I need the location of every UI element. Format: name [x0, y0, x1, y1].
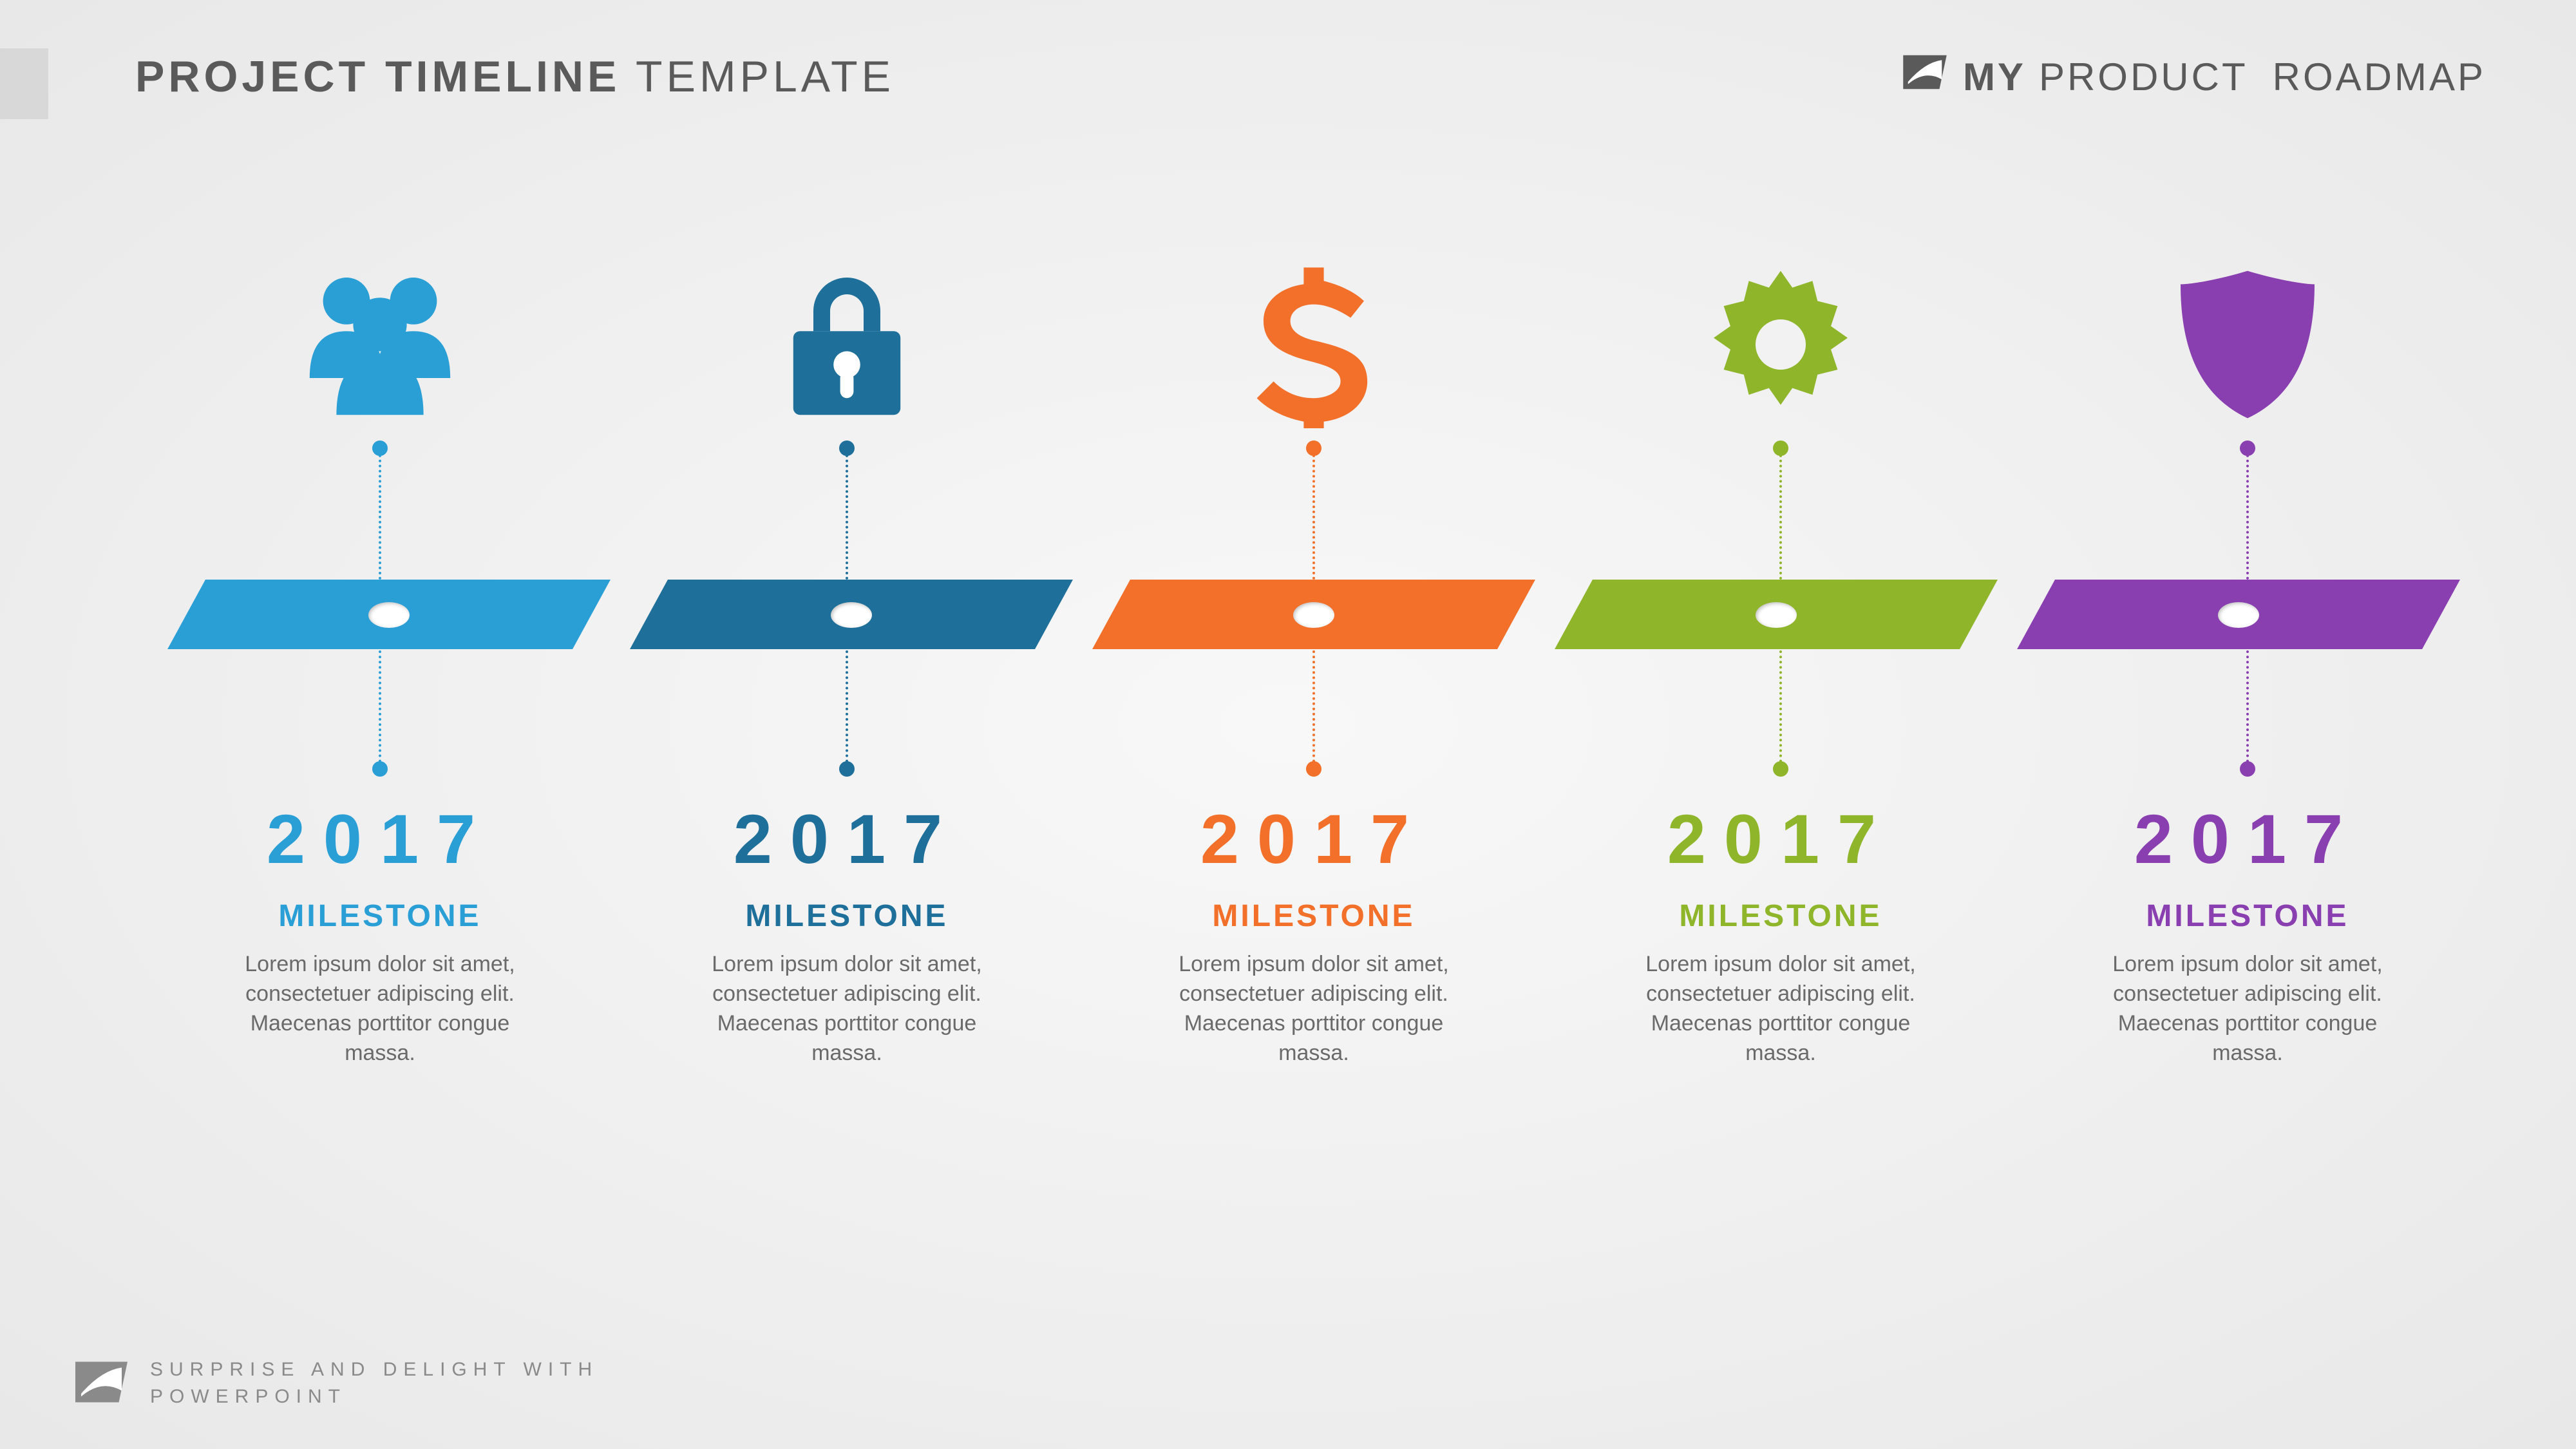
connector-dot-icon: [1773, 440, 1788, 456]
milestone-year: 2017: [267, 799, 493, 879]
milestone-subtitle: MILESTONE: [1679, 898, 1882, 934]
brand-light: ROADMAP: [2273, 55, 2486, 99]
connector-dot-icon: [372, 761, 388, 777]
connector-bottom: [2246, 650, 2249, 773]
connector-dot-icon: [2240, 761, 2255, 777]
milestone-subtitle: MILESTONE: [1212, 898, 1415, 934]
ribbon-1: [167, 580, 611, 650]
connector-dot-icon: [839, 761, 855, 777]
milestone-body: Lorem ipsum dolor sit amet, consectetuer…: [1153, 950, 1475, 1068]
page-title: PROJECT TIMELINE TEMPLATE: [135, 52, 895, 102]
title-light: TEMPLATE: [620, 52, 895, 101]
milestone-1: 2017 MILESTONE Lorem ipsum dolor sit ame…: [167, 245, 592, 1068]
milestone-year: 2017: [734, 799, 960, 879]
brand-logo-icon: [1900, 53, 1950, 100]
milestone-2: 2017 MILESTONE Lorem ipsum dolor sit ame…: [634, 245, 1059, 1068]
milestone-body: Lorem ipsum dolor sit amet, consectetuer…: [686, 950, 1008, 1068]
connector-top: [1779, 444, 1782, 580]
ribbon-marker-icon: [831, 602, 872, 628]
timeline: 2017 MILESTONE Lorem ipsum dolor sit ame…: [167, 245, 2460, 1068]
decorative-left-tab: [0, 48, 48, 119]
ribbon-3: [1092, 580, 1535, 650]
brand-mid: PRODUCT: [2039, 55, 2248, 99]
connector-top: [1312, 444, 1315, 580]
connector-bottom: [1779, 650, 1782, 773]
milestone-year: 2017: [1667, 799, 1894, 879]
milestone-year: 2017: [2134, 799, 2361, 879]
connector-dot-icon: [1306, 761, 1321, 777]
connector-top: [846, 444, 848, 580]
milestone-3: 2017 MILESTONE Lorem ipsum dolor sit ame…: [1101, 245, 1526, 1068]
ribbon-marker-icon: [2218, 602, 2259, 628]
milestone-body: Lorem ipsum dolor sit amet, consectetuer…: [2087, 950, 2409, 1068]
shield-icon: [2164, 245, 2331, 444]
ribbon-marker-icon: [1293, 602, 1334, 628]
footer-logo-icon: [71, 1359, 132, 1408]
ribbon-row: [167, 580, 2460, 650]
connector-dot-icon: [839, 440, 855, 456]
footer-line2: POWERPOINT: [150, 1383, 598, 1410]
milestone-4: 2017 MILESTONE Lorem ipsum dolor sit ame…: [1568, 245, 1993, 1068]
brand: MY PRODUCT ROADMAP: [1900, 53, 2486, 100]
gear-icon: [1697, 245, 1864, 444]
footer-text: SURPRISE AND DELIGHT WITH POWERPOINT: [150, 1356, 598, 1410]
ribbon-5: [2017, 580, 2460, 650]
footer: SURPRISE AND DELIGHT WITH POWERPOINT: [71, 1356, 598, 1410]
connector-top: [2246, 444, 2249, 580]
connector-dot-icon: [1773, 761, 1788, 777]
footer-line1: SURPRISE AND DELIGHT WITH: [150, 1356, 598, 1383]
ribbon-marker-icon: [1756, 602, 1797, 628]
milestone-body: Lorem ipsum dolor sit amet, consectetuer…: [1620, 950, 1942, 1068]
people-icon: [296, 245, 464, 444]
title-bold: PROJECT TIMELINE: [135, 52, 620, 101]
connector-top: [379, 444, 381, 580]
ribbon-marker-icon: [368, 602, 410, 628]
dollar-icon: [1230, 245, 1397, 444]
ribbon-4: [1555, 580, 1998, 650]
milestone-body: Lorem ipsum dolor sit amet, consectetuer…: [219, 950, 541, 1068]
brand-bold: MY: [1963, 55, 2026, 99]
connector-bottom: [379, 650, 381, 773]
lock-icon: [763, 245, 931, 444]
connector-bottom: [1312, 650, 1315, 773]
connector-dot-icon: [372, 440, 388, 456]
milestone-5: 2017 MILESTONE Lorem ipsum dolor sit ame…: [2035, 245, 2460, 1068]
connector-dot-icon: [1306, 440, 1321, 456]
ribbon-2: [630, 580, 1073, 650]
header: PROJECT TIMELINE TEMPLATE MY PRODUCT ROA…: [135, 52, 2486, 102]
connector-bottom: [846, 650, 848, 773]
milestone-subtitle: MILESTONE: [2146, 898, 2349, 934]
milestone-subtitle: MILESTONE: [278, 898, 481, 934]
milestone-year: 2017: [1200, 799, 1427, 879]
milestone-subtitle: MILESTONE: [745, 898, 948, 934]
connector-dot-icon: [2240, 440, 2255, 456]
